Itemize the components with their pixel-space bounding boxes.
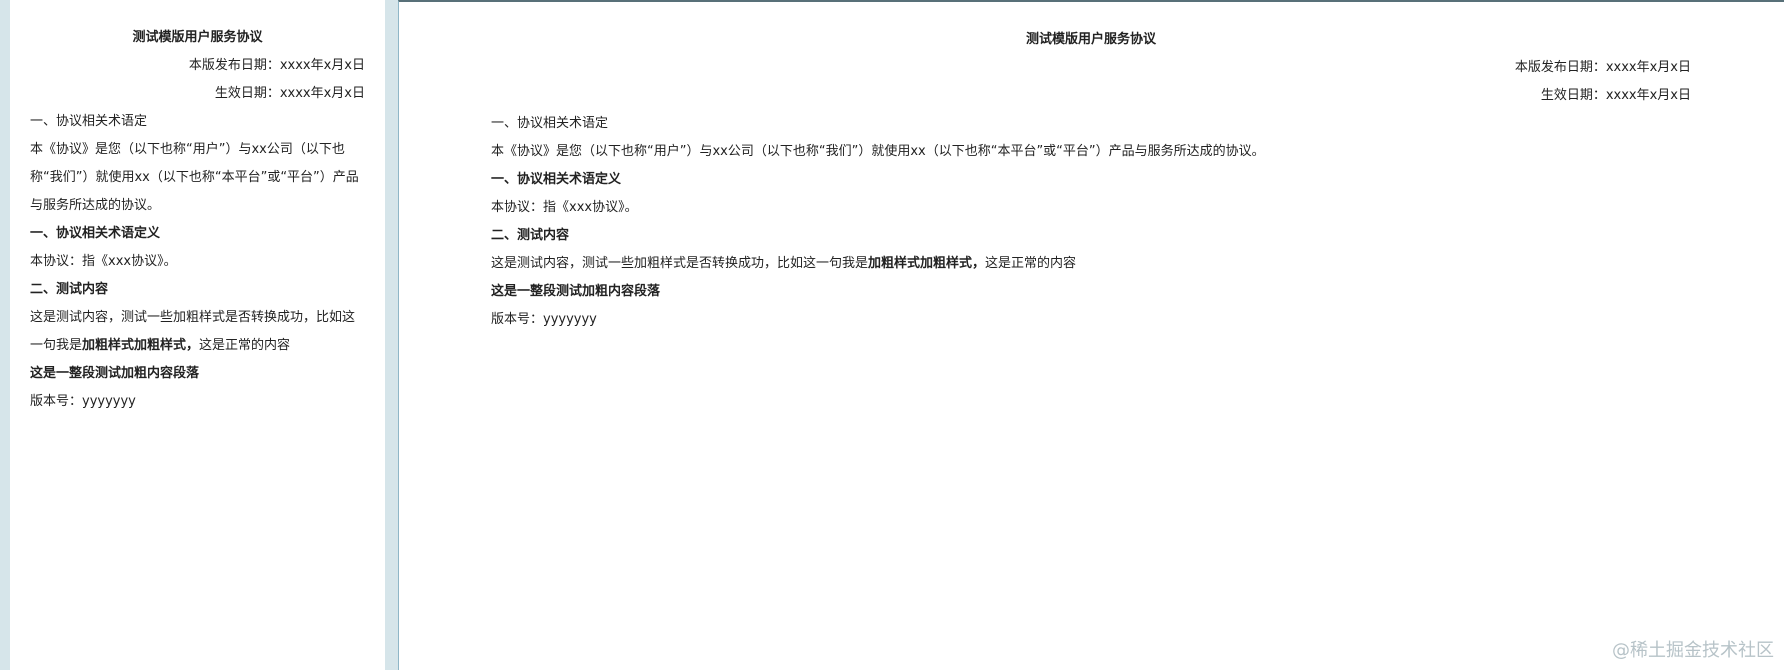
test-text-suffix: 这是正常的内容 xyxy=(985,256,1077,271)
left-preview-panel: 测试模版用户服务协议 本版发布日期：xxxx年x月x日 生效日期：xxxx年x月… xyxy=(10,0,385,670)
version-line: 版本号：yyyyyyy xyxy=(30,388,365,416)
test-text-bold: 加粗样式加粗样式， xyxy=(82,338,200,353)
test-paragraph: 这是测试内容，测试一些加粗样式是否转换成功，比如这一句我是加粗样式加粗样式，这是… xyxy=(491,250,1691,278)
definition-paragraph: 本协议：指《xxx协议》。 xyxy=(30,254,177,269)
section2-heading: 二、测试内容 xyxy=(30,282,109,297)
screen: 测试模版用户服务协议 本版发布日期：xxxx年x月x日 生效日期：xxxx年x月… xyxy=(0,0,1784,670)
section1-heading: 一、协议相关术语定 xyxy=(30,114,148,129)
right-preview-panel: 测试模版用户服务协议 本版发布日期：xxxx年x月x日 生效日期：xxxx年x月… xyxy=(398,0,1784,670)
definition-paragraph: 本协议：指《xxx协议》。 xyxy=(491,200,638,215)
intro-paragraph: 本《协议》是您（以下也称“用户”）与xx公司（以下也称“我们”）就使用xx（以下… xyxy=(30,142,359,213)
version-value: yyyyyyy xyxy=(543,312,597,327)
test-text-suffix: 这是正常的内容 xyxy=(199,338,291,353)
intro-paragraph: 本《协议》是您（以下也称“用户”）与xx公司（以下也称“我们”）就使用xx（以下… xyxy=(491,144,1265,159)
publish-date: 本版发布日期：xxxx年x月x日 xyxy=(188,58,365,73)
test-text-bold: 加粗样式加粗样式， xyxy=(868,256,986,271)
version-label: 版本号： xyxy=(491,312,544,327)
section2-heading: 二、测试内容 xyxy=(491,228,570,243)
left-document: 测试模版用户服务协议 本版发布日期：xxxx年x月x日 生效日期：xxxx年x月… xyxy=(30,24,365,416)
bold-paragraph: 这是一整段测试加粗内容段落 xyxy=(30,366,200,381)
test-text-prefix: 这是测试内容，测试一些加粗样式是否转换成功，比如这一句我是 xyxy=(491,256,869,271)
test-paragraph: 这是测试内容，测试一些加粗样式是否转换成功，比如这一句我是加粗样式加粗样式，这是… xyxy=(30,304,365,360)
version-value: yyyyyyy xyxy=(82,394,136,409)
effective-date: 生效日期：xxxx年x月x日 xyxy=(1540,88,1691,103)
section1-bold-heading: 一、协议相关术语定义 xyxy=(30,226,161,241)
publish-date: 本版发布日期：xxxx年x月x日 xyxy=(1514,60,1691,75)
right-document: 测试模版用户服务协议 本版发布日期：xxxx年x月x日 生效日期：xxxx年x月… xyxy=(491,26,1691,334)
doc-title: 测试模版用户服务协议 xyxy=(1025,32,1156,47)
version-line: 版本号：yyyyyyy xyxy=(491,306,1691,334)
section1-bold-heading: 一、协议相关术语定义 xyxy=(491,172,622,187)
version-label: 版本号： xyxy=(30,394,83,409)
doc-title: 测试模版用户服务协议 xyxy=(132,30,263,45)
watermark-text: @稀土掘金技术社区 xyxy=(1612,640,1774,661)
section1-heading: 一、协议相关术语定 xyxy=(491,116,609,131)
bold-paragraph: 这是一整段测试加粗内容段落 xyxy=(491,284,661,299)
effective-date: 生效日期：xxxx年x月x日 xyxy=(214,86,365,101)
